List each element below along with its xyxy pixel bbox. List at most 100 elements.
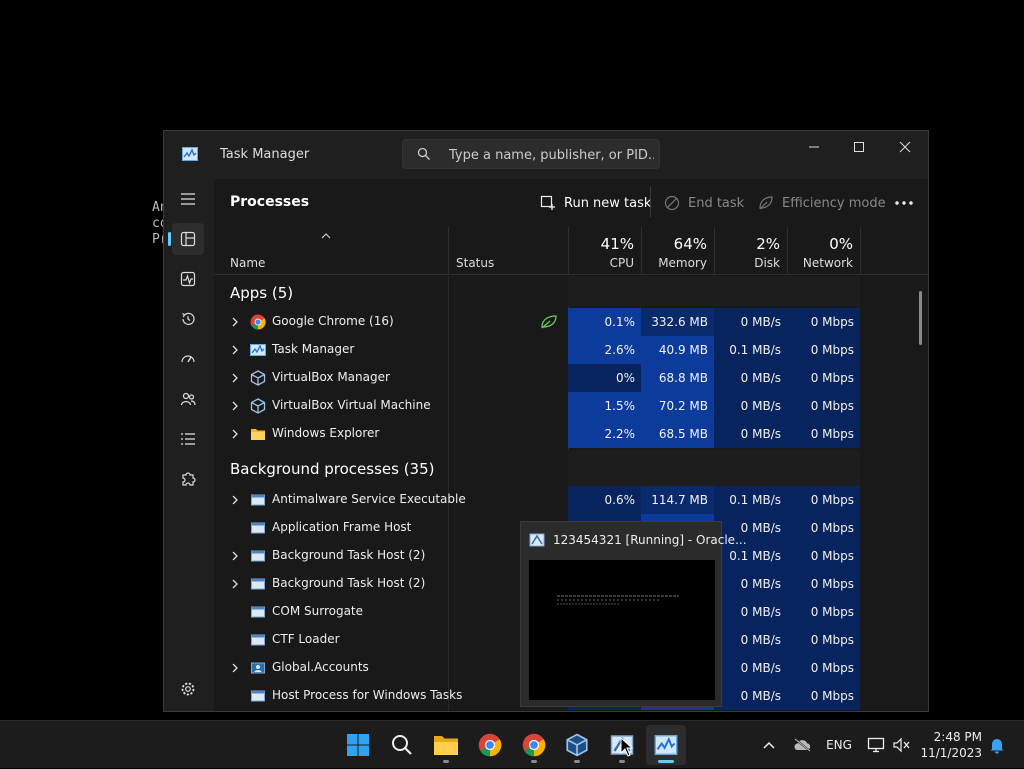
table-row[interactable]: Task Manager 2.6% 40.9 MB 0.1 MB/s 0 Mbp… — [214, 336, 928, 364]
chevron-right-icon[interactable] — [230, 494, 240, 506]
taskbar-virtualbox-manager[interactable] — [557, 725, 597, 765]
column-name[interactable]: Name — [214, 227, 448, 275]
taskbar-task-manager[interactable] — [646, 725, 686, 765]
nav-settings[interactable] — [172, 673, 204, 705]
sort-ascending-icon — [321, 233, 331, 239]
search-icon — [417, 147, 430, 160]
chevron-right-icon[interactable] — [230, 316, 240, 328]
folder-icon — [251, 429, 265, 440]
run-task-icon — [540, 195, 555, 210]
network-cell: 0 Mbps — [787, 598, 860, 626]
chevron-right-icon[interactable] — [230, 550, 240, 562]
nav-performance[interactable] — [172, 263, 204, 295]
disk-cell: 0 MB/s — [714, 626, 787, 654]
column-status[interactable]: Status — [448, 227, 568, 275]
chevron-right-icon[interactable] — [230, 372, 240, 384]
disk-cell: 0 MB/s — [714, 682, 787, 710]
taskbar-chrome-profile[interactable] — [514, 725, 554, 765]
group-header-background[interactable]: Background processes (35) — [230, 460, 435, 478]
vm-screen-thumbnail — [529, 560, 715, 700]
efficiency-mode-button[interactable]: Efficiency mode — [758, 191, 886, 215]
run-new-task-button[interactable]: Run new task — [540, 191, 651, 215]
chevron-right-icon[interactable] — [230, 428, 240, 440]
command-bar: Processes Run new task End task Efficien… — [214, 179, 928, 227]
group-header-apps[interactable]: Apps (5) — [230, 284, 293, 302]
end-task-button[interactable]: End task — [664, 191, 744, 215]
cloud-offline-icon — [794, 738, 811, 752]
nav-app-history[interactable] — [172, 303, 204, 335]
window-process-icon — [251, 550, 265, 562]
ellipsis-icon — [895, 201, 913, 205]
show-hidden-icons-button[interactable] — [756, 721, 782, 769]
running-indicator — [574, 760, 580, 763]
hamburger-menu-button[interactable] — [172, 183, 204, 215]
clock[interactable]: 2:48 PM 11/1/2023 — [918, 729, 982, 761]
title-bar[interactable]: Task Manager — [164, 131, 928, 179]
efficiency-leaf-icon — [541, 315, 557, 329]
network-cell: 0 Mbps — [787, 308, 860, 336]
volume-button[interactable] — [890, 721, 914, 769]
table-row[interactable]: Antimalware Service Executable 0.6% 114.… — [214, 486, 928, 514]
end-task-icon — [664, 195, 680, 211]
onedrive-button[interactable] — [788, 721, 816, 769]
start-button[interactable] — [338, 725, 378, 765]
cpu-cell: 0.6% — [568, 486, 641, 514]
chevron-right-icon[interactable] — [230, 400, 240, 412]
column-memory[interactable]: 64% Memory — [641, 227, 714, 275]
minimize-button[interactable] — [791, 131, 837, 163]
bell-icon — [990, 738, 1004, 753]
column-filler — [860, 227, 928, 275]
maximize-button[interactable] — [836, 131, 882, 163]
startup-gauge-icon — [181, 355, 195, 363]
nav-processes[interactable] — [168, 223, 204, 255]
menu-icon — [181, 193, 195, 205]
network-cell: 0 Mbps — [787, 486, 860, 514]
taskbar-thumbnail-preview[interactable]: 123454321 [Running] - Oracle... — [520, 521, 747, 707]
chrome-icon — [250, 314, 266, 330]
task-manager-icon — [250, 344, 266, 356]
disk-cell: 0 MB/s — [714, 654, 787, 682]
chevron-right-icon[interactable] — [230, 662, 240, 674]
running-indicator — [531, 760, 537, 763]
search-input[interactable] — [447, 143, 656, 167]
chevron-right-icon[interactable] — [230, 578, 240, 590]
chevron-right-icon[interactable] — [230, 344, 240, 356]
search-box[interactable] — [402, 139, 660, 169]
disk-cell: 0 MB/s — [714, 570, 787, 598]
close-button[interactable] — [882, 131, 928, 163]
close-icon — [899, 141, 911, 153]
window-process-icon — [251, 494, 265, 506]
vertical-scrollbar-thumb[interactable] — [919, 291, 922, 345]
users-icon — [180, 392, 196, 406]
vm-screen-text-lines — [557, 595, 679, 605]
column-cpu[interactable]: 41% CPU — [568, 227, 641, 275]
virtualbox-vm-icon — [529, 533, 545, 547]
column-disk[interactable]: 2% Disk — [714, 227, 787, 275]
column-network[interactable]: 0% Network — [787, 227, 860, 275]
nav-services[interactable] — [172, 463, 204, 495]
details-list-icon — [181, 433, 195, 445]
table-row[interactable]: Windows Explorer 2.2% 68.5 MB 0 MB/s 0 M… — [214, 420, 928, 448]
language-indicator[interactable]: ENG — [822, 721, 856, 769]
table-row[interactable]: VirtualBox Manager 0% 68.8 MB 0 MB/s 0 M… — [214, 364, 928, 392]
taskbar: ENG 2:48 PM 11/1/2023 — [0, 720, 1024, 768]
speaker-muted-icon — [893, 737, 910, 753]
minimize-icon — [809, 146, 819, 148]
table-row[interactable]: VirtualBox Virtual Machine 1.5% 70.2 MB … — [214, 392, 928, 420]
nav-users[interactable] — [172, 383, 204, 415]
network-status-button[interactable] — [864, 721, 888, 769]
maximize-icon — [854, 142, 864, 152]
nav-details[interactable] — [172, 423, 204, 455]
nav-startup-apps[interactable] — [172, 343, 204, 375]
performance-icon — [180, 271, 196, 287]
taskbar-chrome[interactable] — [470, 725, 510, 765]
table-row[interactable]: Google Chrome (16) 0.1% 332.6 MB 0 MB/s … — [214, 308, 928, 336]
memory-cell: 114.7 MB — [641, 486, 714, 514]
disk-cell: 0 MB/s — [714, 364, 787, 392]
disk-cell: 0.1 MB/s — [714, 486, 787, 514]
taskbar-file-explorer[interactable] — [426, 725, 466, 765]
more-options-button[interactable] — [890, 191, 918, 215]
virtualbox-icon — [250, 398, 266, 414]
search-button[interactable] — [382, 725, 422, 765]
notifications-button[interactable] — [986, 721, 1008, 769]
